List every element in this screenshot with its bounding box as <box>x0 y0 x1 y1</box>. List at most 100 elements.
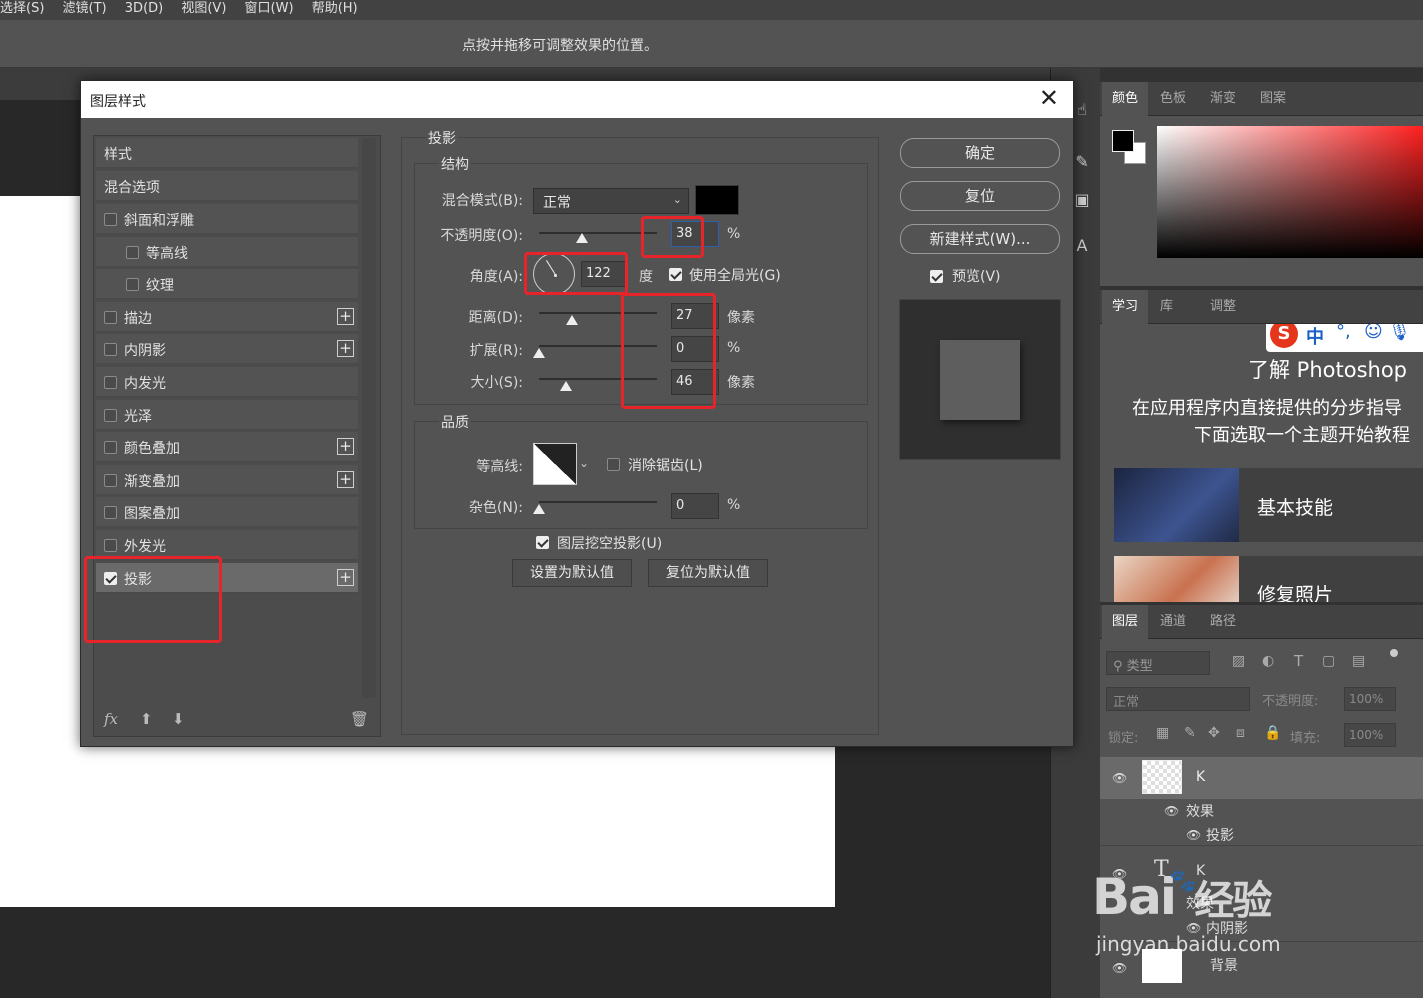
reset-default-button[interactable]: 复位为默认值 <box>648 559 768 587</box>
menu-view[interactable]: 视图(V) <box>181 0 226 18</box>
tab-swatches[interactable]: 色板 <box>1150 82 1196 116</box>
menu-filter[interactable]: 滤镜(T) <box>63 0 107 18</box>
close-icon[interactable]: ✕ <box>1039 84 1059 112</box>
tab-color[interactable]: 颜色 <box>1102 82 1149 116</box>
style-item[interactable]: 光泽 <box>96 399 358 431</box>
filter-shape-icon[interactable]: ▢ <box>1322 653 1335 669</box>
adjust-tool-icon[interactable]: ▣ <box>1071 190 1093 212</box>
hand-tool-icon[interactable]: ☝ <box>1071 100 1093 122</box>
styles-scrollbar[interactable] <box>362 138 376 698</box>
add-effect-icon[interactable]: + <box>337 438 354 456</box>
tab-channels[interactable]: 通道 <box>1150 605 1196 639</box>
add-effect-icon[interactable]: + <box>337 307 354 325</box>
reset-button[interactable]: 复位 <box>900 181 1060 211</box>
tab-learn[interactable]: 学习 <box>1102 290 1149 324</box>
effects-eye-icon[interactable]: 👁 <box>1164 804 1179 818</box>
blend-options-item[interactable]: 混合选项 <box>96 171 358 202</box>
add-effect-icon[interactable]: + <box>337 340 354 358</box>
blend-mode-select[interactable]: 正常 ⌄ <box>533 188 689 214</box>
tab-gradient[interactable]: 渐变 <box>1200 82 1246 116</box>
styles-header[interactable]: 样式 <box>96 138 358 169</box>
menu-3d[interactable]: 3D(D) <box>125 0 163 18</box>
menu-window[interactable]: 窗口(W) <box>245 0 294 18</box>
set-default-button[interactable]: 设置为默认值 <box>512 559 632 587</box>
add-effect-icon[interactable]: + <box>337 470 354 488</box>
distance-slider-thumb[interactable] <box>566 315 578 325</box>
layer-blend-select[interactable]: 正常 <box>1106 687 1250 711</box>
menu-select[interactable]: 选择(S) <box>0 0 44 18</box>
layer-opacity-input[interactable]: 100% <box>1344 687 1396 711</box>
style-checkbox[interactable] <box>104 539 117 552</box>
color-field[interactable] <box>1157 126 1423 258</box>
lock-artboard-icon[interactable]: ⧈ <box>1236 725 1245 741</box>
menu-help[interactable]: 帮助(H) <box>312 0 358 18</box>
noise-input[interactable]: 0 <box>671 493 719 519</box>
global-light-checkbox[interactable] <box>669 268 682 281</box>
size-slider-thumb[interactable] <box>560 381 572 391</box>
style-checkbox[interactable] <box>104 213 117 226</box>
color-panel-tabs: 颜色 色板 渐变 图案 <box>1100 82 1423 116</box>
foreground-color-swatch[interactable] <box>1112 130 1134 152</box>
add-effect-icon[interactable]: + <box>337 568 354 586</box>
fill-input[interactable]: 100% <box>1344 723 1396 747</box>
knockout-checkbox[interactable] <box>536 536 549 549</box>
filter-pixel-icon[interactable]: ▨ <box>1232 653 1245 669</box>
style-checkbox[interactable] <box>104 506 117 520</box>
style-item[interactable]: 图案叠加 <box>96 497 358 529</box>
brush-tool-icon[interactable]: ✎ <box>1071 152 1093 174</box>
style-item[interactable]: 等高线 <box>96 236 358 268</box>
filter-adjust-icon[interactable]: ◐ <box>1262 653 1274 669</box>
effect-eye-icon[interactable]: 👁 <box>1186 828 1201 842</box>
text-tool-icon[interactable]: A <box>1071 236 1093 258</box>
tab-pattern[interactable]: 图案 <box>1250 82 1296 116</box>
style-item[interactable]: 内发光 <box>96 367 358 398</box>
layer-filter-select[interactable]: ⚲ 类型 <box>1106 651 1210 675</box>
learn-card-photo[interactable]: 修复照片 <box>1114 556 1423 602</box>
contour-preview[interactable] <box>533 443 577 485</box>
opacity-slider-thumb[interactable] <box>576 233 588 243</box>
tab-paths[interactable]: 路径 <box>1200 605 1246 639</box>
style-checkbox[interactable] <box>104 441 117 455</box>
spread-slider-thumb[interactable] <box>533 348 545 358</box>
visibility-eye-icon[interactable]: 👁 <box>1112 961 1127 975</box>
filter-smart-icon[interactable]: ▤ <box>1352 653 1365 669</box>
tab-libraries[interactable]: 库 <box>1150 290 1183 324</box>
filter-toggle-icon[interactable] <box>1390 649 1398 657</box>
lock-all-icon[interactable]: 🔒 <box>1264 725 1281 741</box>
antialias-checkbox[interactable] <box>607 458 620 471</box>
preview-checkbox[interactable] <box>930 270 943 283</box>
move-up-icon[interactable]: ⬆ <box>140 710 153 728</box>
style-checkbox[interactable] <box>126 278 139 292</box>
tab-layers[interactable]: 图层 <box>1102 605 1149 639</box>
noise-slider-thumb[interactable] <box>533 504 545 514</box>
style-item[interactable]: 描边 + <box>96 301 358 333</box>
style-item[interactable]: 斜面和浮雕 <box>96 204 358 235</box>
style-item[interactable]: 渐变叠加 + <box>96 464 358 496</box>
visibility-eye-icon[interactable]: 👁 <box>1112 771 1127 785</box>
opacity-slider-track[interactable] <box>539 232 657 234</box>
style-checkbox[interactable] <box>104 343 117 357</box>
style-item[interactable]: 颜色叠加 + <box>96 432 358 464</box>
style-item[interactable]: 内阴影 + <box>96 334 358 366</box>
noise-slider-track[interactable] <box>539 501 657 503</box>
style-checkbox[interactable] <box>104 408 117 422</box>
chevron-down-icon[interactable]: ⌄ <box>579 456 589 470</box>
shadow-color-swatch[interactable] <box>695 185 739 215</box>
style-checkbox[interactable] <box>104 473 117 487</box>
ok-button[interactable]: 确定 <box>900 138 1060 168</box>
layer-row-k-shadow[interactable]: 👁 K <box>1100 757 1423 799</box>
style-checkbox[interactable] <box>104 376 117 389</box>
filter-type-icon[interactable]: T <box>1294 652 1303 670</box>
lock-move-icon[interactable]: ✥ <box>1208 725 1220 741</box>
learn-card-basic[interactable]: 基本技能 <box>1114 468 1423 542</box>
fx-icon[interactable]: fx <box>104 710 118 728</box>
move-down-icon[interactable]: ⬇ <box>172 710 185 728</box>
lock-transparent-icon[interactable]: ▦ <box>1156 725 1169 741</box>
new-style-button[interactable]: 新建样式(W)... <box>900 224 1060 254</box>
tab-adjustments[interactable]: 调整 <box>1200 290 1246 324</box>
style-checkbox[interactable] <box>126 245 139 259</box>
style-checkbox[interactable] <box>104 310 117 324</box>
lock-paint-icon[interactable]: ✎ <box>1184 725 1196 741</box>
style-item[interactable]: 纹理 <box>96 269 358 301</box>
trash-icon[interactable]: 🗑 <box>350 710 369 728</box>
